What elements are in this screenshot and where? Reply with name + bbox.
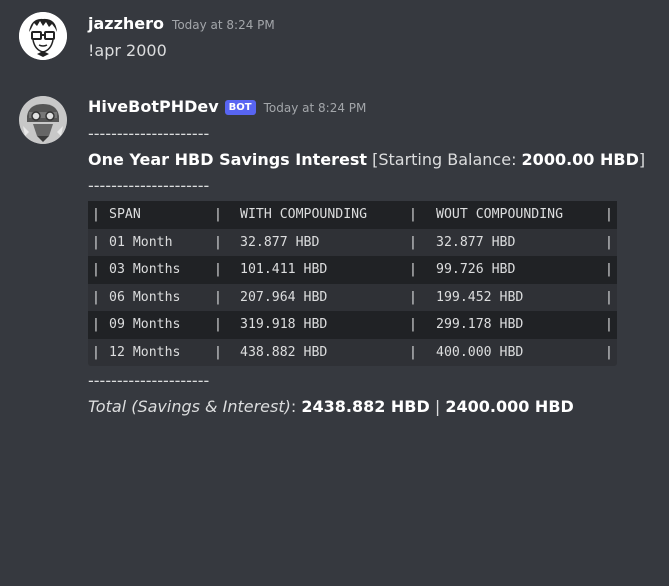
message-header: jazzhero Today at 8:24 PM [88, 14, 275, 33]
table-cell: 01 Month [109, 234, 173, 250]
message-title: One Year HBD Savings Interest [Starting … [88, 149, 645, 171]
table-cell: 299.178 HBD [436, 317, 524, 332]
code-block-table: | SPAN | WITH COMPOUNDING | WOUT COMPOUN… [88, 201, 617, 366]
pipe: | [605, 262, 613, 277]
table-cell: 09 Months [109, 317, 181, 332]
pipe: | [92, 344, 100, 360]
table-row: | 03 Months | 101.411 HBD | 99.726 HBD | [88, 256, 617, 284]
pipe: | [92, 234, 100, 250]
username[interactable]: jazzhero [88, 14, 164, 33]
table-cell: 207.964 HBD [240, 289, 328, 305]
table-row: | 01 Month | 32.877 HBD | 32.877 HBD | [88, 229, 617, 257]
total-label: Total (Savings & Interest) [88, 397, 291, 416]
table-header-cell: WITH COMPOUNDING [240, 207, 368, 222]
table-row: | 09 Months | 319.918 HBD | 299.178 HBD … [88, 311, 617, 339]
pipe: | [409, 207, 417, 222]
message-text: !apr 2000 [88, 41, 167, 60]
pipe: | [214, 234, 222, 250]
pipe: | [409, 344, 417, 360]
total-separator: | [429, 397, 446, 416]
table-row: | 06 Months | 207.964 HBD | 199.452 HBD … [88, 284, 617, 312]
table-cell: 319.918 HBD [240, 317, 328, 332]
pipe: | [409, 289, 417, 305]
pipe: | [92, 207, 100, 222]
message-header: HiveBotPHDev BOT Today at 8:24 PM [88, 97, 366, 117]
timestamp: Today at 8:24 PM [172, 18, 275, 32]
total-with-compounding: 2438.882 HBD [301, 397, 430, 416]
divider-top: --------------------- [88, 124, 210, 143]
avatar-jazzhero-icon[interactable] [19, 12, 67, 60]
pipe: | [605, 289, 613, 305]
pipe: | [409, 317, 417, 332]
title-bold: One Year HBD Savings Interest [88, 150, 368, 169]
table-cell: 101.411 HBD [240, 262, 328, 277]
pipe: | [605, 317, 613, 332]
table-header-row: | SPAN | WITH COMPOUNDING | WOUT COMPOUN… [88, 201, 617, 229]
pipe: | [214, 289, 222, 305]
table-row: | 12 Months | 438.882 HBD | 400.000 HBD … [88, 339, 617, 367]
title-rest: [Starting Balance: [367, 150, 522, 169]
pipe: | [605, 234, 613, 250]
table-cell: 32.877 HBD [436, 234, 516, 250]
pipe: | [92, 262, 100, 277]
pipe: | [409, 234, 417, 250]
pipe: | [214, 262, 222, 277]
pipe: | [605, 207, 613, 222]
total-wout-compounding: 2400.000 HBD [445, 397, 574, 416]
table-cell: 03 Months [109, 262, 181, 277]
table-cell: 12 Months [109, 344, 181, 360]
pipe: | [214, 344, 222, 360]
timestamp: Today at 8:24 PM [263, 101, 367, 115]
total-colon: : [290, 397, 302, 416]
table-cell: 400.000 HBD [436, 344, 524, 360]
username[interactable]: HiveBotPHDev [88, 97, 219, 116]
table-cell: 32.877 HBD [240, 234, 320, 250]
title-balance: 2000.00 HBD [521, 150, 639, 169]
title-close: ] [638, 150, 646, 169]
table-header-cell: SPAN [109, 207, 141, 222]
pipe: | [92, 289, 100, 305]
table-header-cell: WOUT COMPOUNDING [436, 207, 564, 222]
table-cell: 06 Months [109, 289, 181, 305]
pipe: | [409, 262, 417, 277]
pipe: | [92, 317, 100, 332]
pipe: | [605, 344, 613, 360]
pipe: | [214, 207, 222, 222]
bot-tag: BOT [224, 100, 256, 115]
table-cell: 99.726 HBD [436, 262, 516, 277]
divider-bottom: --------------------- [88, 371, 210, 390]
divider-middle: --------------------- [88, 176, 210, 195]
pipe: | [214, 317, 222, 332]
total-line: Total (Savings & Interest): 2438.882 HBD… [88, 396, 574, 418]
avatar-hivebot-icon[interactable] [19, 96, 67, 144]
table-cell: 199.452 HBD [436, 289, 524, 305]
table-cell: 438.882 HBD [240, 344, 328, 360]
